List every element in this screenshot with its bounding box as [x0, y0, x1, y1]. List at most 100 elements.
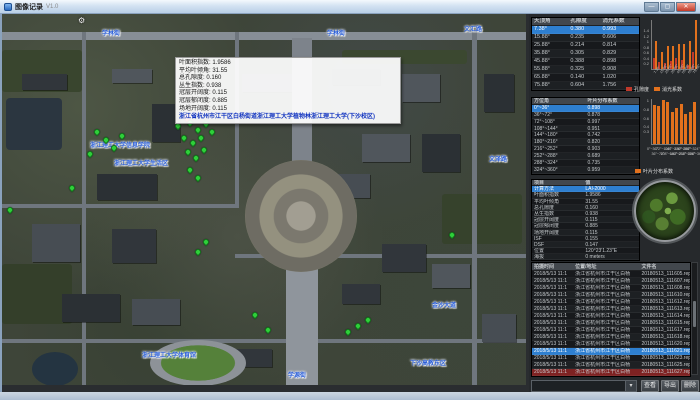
fisheye-canopy-photo[interactable]	[634, 180, 696, 242]
cell: 0.951	[586, 126, 640, 132]
popup-metric: 冠层郁闭度: 0.885	[179, 98, 397, 106]
y-tick-label: 1.4	[640, 29, 649, 33]
metrics-table: 项目值计算方法LAI-2000叶面积指数1.9586平均叶倾角31.55总孔隙度…	[531, 179, 640, 261]
x-tick-label: 288°~324°	[683, 147, 700, 151]
green-location-pin[interactable]	[180, 134, 188, 142]
green-location-pin[interactable]	[364, 316, 372, 324]
green-location-pin[interactable]	[208, 128, 216, 136]
table-row[interactable]: 0°~36°0.898	[532, 105, 639, 112]
cell: 总孔隙度	[532, 205, 583, 210]
green-location-pin[interactable]	[197, 134, 205, 142]
cell: 冠层开阔度	[532, 217, 583, 222]
cell: 25.88°	[532, 42, 568, 49]
table-row[interactable]: 35.88°0.3050.829	[532, 50, 639, 58]
table-row[interactable]: 海拔0 meters	[532, 254, 639, 260]
cell: 0.742	[586, 132, 640, 138]
delete-button[interactable]: 删除	[681, 380, 699, 392]
table-row[interactable]: 2018/5/13 11:1浙江省杭州市江干区白杨20180513_111615…	[532, 320, 690, 327]
table-row[interactable]: 2018/5/13 11:1浙江省杭州市江干区白杨20180513_111607…	[532, 278, 690, 285]
view-button[interactable]: 查看	[641, 380, 659, 392]
table-row[interactable]: 2018/5/13 11:1浙江省杭州市江干区白杨20180513_111613…	[532, 306, 690, 313]
table-row[interactable]: 2018/5/13 11:1浙江省杭州市江干区白杨20180513_111614…	[532, 313, 690, 320]
map-settings-icon[interactable]: ⚙	[78, 16, 85, 25]
green-location-pin[interactable]	[344, 328, 352, 336]
chevron-down-icon[interactable]: ▾	[625, 381, 636, 391]
table-row[interactable]: 2018/5/13 11:1浙江省杭州市江干区白杨20180513_111621…	[532, 348, 690, 355]
table-row[interactable]: 2018/5/13 11:1浙江省杭州市江干区白杨20180513_111625…	[532, 362, 690, 369]
cell: 2018/5/13 11:1	[532, 313, 573, 319]
table-row[interactable]: 2018/5/13 11:1浙江省杭州市江干区白杨20180513_111627…	[532, 369, 690, 376]
column-header: 天顶角	[532, 18, 568, 25]
table-row[interactable]: 45.88°0.3880.898	[532, 58, 639, 66]
table-row[interactable]: 288°~324°0.735	[532, 160, 639, 167]
popup-address[interactable]: 浙江省杭州市江干区白杨街道浙江理工大学植物林浙江理工大学(下沙校区)	[179, 113, 397, 121]
green-location-pin[interactable]	[194, 174, 202, 182]
green-location-pin[interactable]	[189, 139, 197, 147]
legend-label: 叶片分布系数	[643, 168, 673, 175]
table-row[interactable]: 7.38°0.3800.993	[532, 26, 639, 34]
export-button[interactable]: 导出	[661, 380, 679, 392]
close-button[interactable]: ✕	[676, 2, 696, 12]
satellite-map[interactable]: 学林街学林街文汇路浙江理工大学信息学院浙江理工大学生活区文泽路金沙大道浙江理工大…	[2, 14, 526, 385]
minimize-button[interactable]: —	[644, 2, 659, 12]
table-row[interactable]: 2018/5/13 11:1浙江省杭州市江干区白杨20180513_111605…	[532, 271, 690, 278]
y-tick-label: 0.8	[640, 46, 649, 50]
file-filter-combobox[interactable]: ▾	[531, 380, 637, 392]
cell: 0.689	[586, 153, 640, 159]
y-tick-label: 0.8	[640, 108, 649, 112]
zenith-table: 天顶角孔隙度消光系数7.38°0.3800.99315.88°0.2350.60…	[531, 17, 640, 91]
table-row[interactable]: 2018/5/13 11:1浙江省杭州市江干区白杨20180513_111617…	[532, 327, 690, 334]
title-bar[interactable]: 图像记录 V1.0 — ▢ ✕	[0, 0, 700, 14]
table-row[interactable]: 2018/5/13 11:1浙江省杭州市江干区白杨20180513_111620…	[532, 341, 690, 348]
table-row[interactable]: 2018/5/13 11:1浙江省杭州市江干区白杨20180513_111610…	[532, 292, 690, 299]
cell: 浙江省杭州市江干区白杨	[573, 299, 639, 305]
table-row[interactable]: 15.88°0.2350.606	[532, 34, 639, 42]
table-row[interactable]: 144°~180°0.742	[532, 132, 639, 139]
table-row[interactable]: 2018/5/13 11:1浙江省杭州市江干区白杨20180513_111618…	[532, 334, 690, 341]
table-row[interactable]: 55.88°0.3250.908	[532, 66, 639, 74]
green-location-pin[interactable]	[264, 326, 272, 334]
column-header: 文件名	[639, 263, 690, 270]
window-bottom-frame	[0, 392, 700, 400]
cell: 72°~108°	[532, 119, 586, 125]
green-location-pin[interactable]	[68, 184, 76, 192]
cell: 0.878	[586, 112, 640, 118]
green-location-pin[interactable]	[354, 322, 362, 330]
table-row[interactable]: 2018/5/13 11:1浙江省杭州市江干区白杨20180513_111608…	[532, 285, 690, 292]
green-location-pin[interactable]	[200, 146, 208, 154]
cell: 324°~360°	[532, 167, 586, 173]
green-location-pin[interactable]	[184, 148, 192, 156]
table-row[interactable]: 2018/5/13 11:1浙江省杭州市江干区白杨20180513_111612…	[532, 299, 690, 306]
table-row[interactable]: 36°~72°0.878	[532, 112, 639, 119]
street-label: 学林街	[102, 28, 120, 37]
green-location-pin[interactable]	[251, 311, 259, 319]
files-scrollbar[interactable]	[691, 262, 698, 375]
table-row[interactable]: 65.88°0.1401.020	[532, 74, 639, 82]
y-tick-label: 1	[640, 40, 649, 44]
green-location-pin[interactable]	[194, 248, 202, 256]
green-location-pin[interactable]	[186, 166, 194, 174]
table-row[interactable]: 180°~216°0.820	[532, 139, 639, 146]
green-location-pin[interactable]	[93, 128, 101, 136]
cell: 场地开阔度	[532, 230, 583, 235]
y-tick-label: 0.6	[640, 51, 649, 55]
cell: 浙江省杭州市江干区白杨	[573, 306, 639, 312]
maximize-button[interactable]: ▢	[660, 2, 675, 12]
table-row[interactable]: 25.88°0.2140.814	[532, 42, 639, 50]
table-row[interactable]: 252°~288°0.689	[532, 153, 639, 160]
table-row[interactable]: 216°~252°0.903	[532, 146, 639, 153]
green-location-pin[interactable]	[194, 126, 202, 134]
cell: 计算方法	[532, 186, 583, 191]
scrollbar-thumb[interactable]	[693, 301, 696, 327]
table-row[interactable]: 72°~108°0.997	[532, 119, 639, 126]
cell: 2018/5/13 11:1	[532, 278, 573, 284]
table-row[interactable]: 108°~144°0.951	[532, 126, 639, 133]
table-row[interactable]: 2018/5/13 11:1浙江省杭州市江干区白杨20180513_111623…	[532, 355, 690, 362]
green-location-pin[interactable]	[202, 238, 210, 246]
street-label: 学林街	[327, 28, 345, 37]
green-location-pin[interactable]	[118, 132, 126, 140]
green-location-pin[interactable]	[192, 154, 200, 162]
legend-item: 孔隙度	[626, 86, 649, 93]
map-building	[382, 244, 426, 272]
green-location-pin[interactable]	[86, 150, 94, 158]
